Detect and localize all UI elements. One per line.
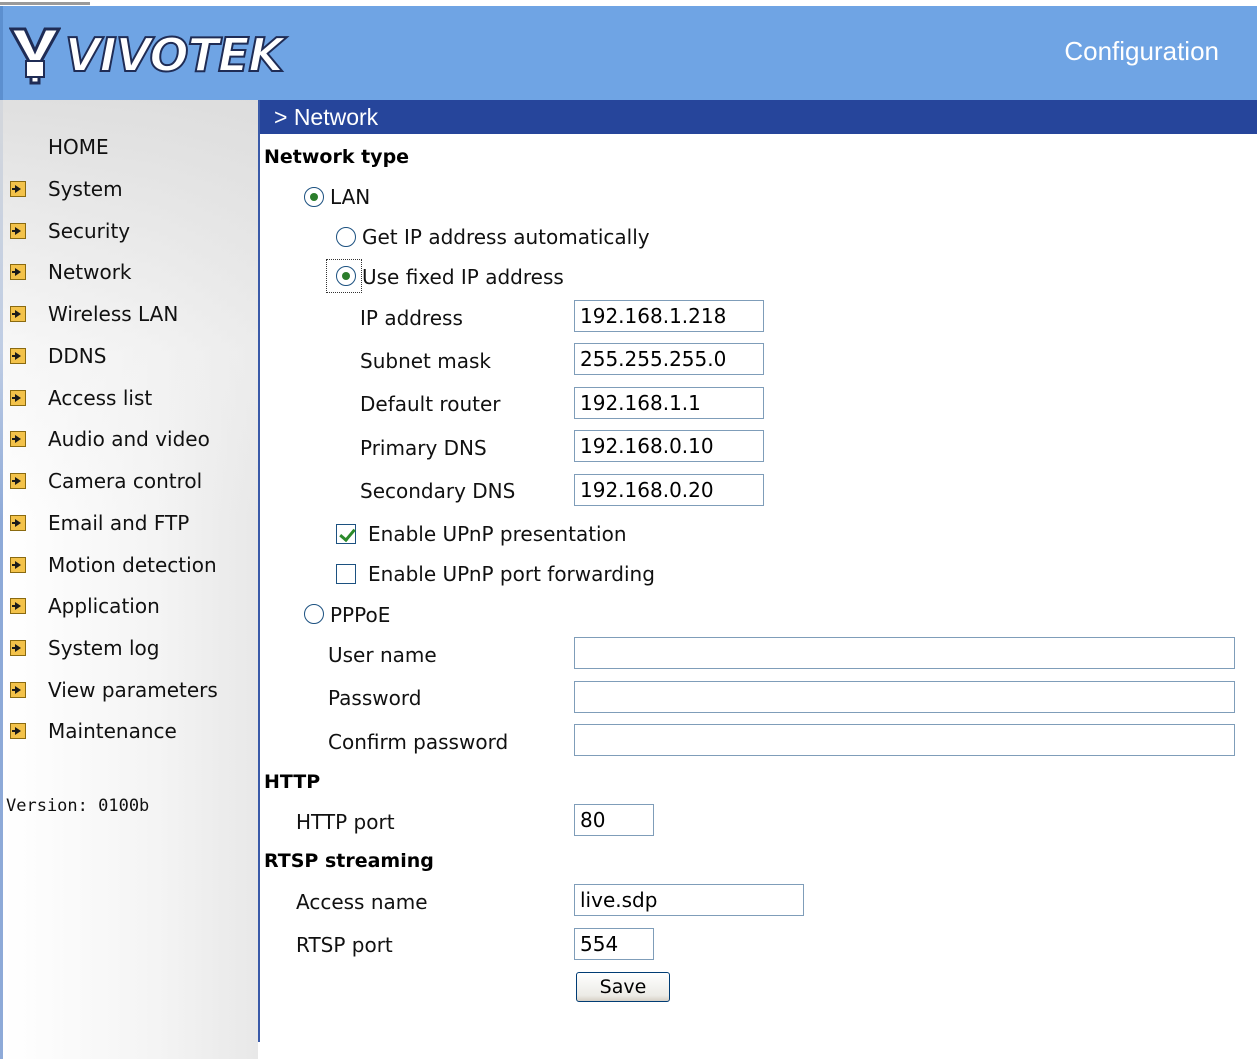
sidebar-item-label: Motion detection [48, 553, 217, 577]
user-name-field[interactable] [574, 637, 1235, 669]
arrow-right-icon [10, 348, 26, 364]
sidebar-item-label: Maintenance [48, 719, 177, 743]
sidebar-item-label: Network [48, 260, 132, 284]
sidebar-item-label: View parameters [48, 678, 218, 702]
sidebar-item-application[interactable]: Application [10, 591, 160, 621]
arrow-right-icon [10, 473, 26, 489]
arrow-right-icon [10, 264, 26, 280]
sidebar-item-network[interactable]: Network [10, 257, 132, 287]
sidebar-item-security[interactable]: Security [10, 216, 130, 246]
upnp-port-forwarding-checkbox[interactable] [336, 564, 356, 584]
section-title: > Network [260, 100, 1257, 134]
default-router-label: Default router [360, 392, 501, 416]
sidebar-item-audio-video[interactable]: Audio and video [10, 424, 210, 454]
sidebar-item-label: Email and FTP [48, 511, 190, 535]
sidebar-item-label: Access list [48, 386, 153, 410]
sidebar-item-label: System log [48, 636, 160, 660]
ip-address-field[interactable]: 192.168.1.218 [574, 300, 764, 332]
arrow-right-icon [10, 598, 26, 614]
secondary-dns-label: Secondary DNS [360, 479, 516, 503]
get-ip-auto-radio[interactable] [336, 227, 356, 247]
arrow-right-icon [10, 682, 26, 698]
sidebar-item-label: Security [48, 219, 131, 243]
logo-mark-icon [9, 27, 61, 85]
sidebar-item-label: Audio and video [48, 427, 210, 451]
header-bar: VIVOTEK Configuration [0, 6, 1257, 100]
subnet-mask-label: Subnet mask [360, 349, 491, 373]
sidebar-item-label: Camera control [48, 469, 203, 493]
sidebar-item-label: System [48, 177, 123, 201]
rtsp-heading: RTSP streaming [264, 850, 434, 872]
arrow-right-icon [10, 723, 26, 739]
arrow-right-icon [10, 306, 26, 322]
sidebar-item-label: Application [48, 594, 160, 618]
sidebar-item-view-parameters[interactable]: View parameters [10, 675, 218, 705]
sidebar-item-maintenance[interactable]: Maintenance [10, 716, 177, 746]
sidebar-item-email-ftp[interactable]: Email and FTP [10, 508, 189, 538]
pppoe-radio[interactable] [304, 604, 324, 624]
primary-dns-field[interactable]: 192.168.0.10 [574, 430, 764, 462]
save-button[interactable]: Save [576, 972, 670, 1002]
user-name-label: User name [328, 643, 437, 667]
upnp-presentation-label: Enable UPnP presentation [368, 522, 627, 546]
subnet-mask-field[interactable]: 255.255.255.0 [574, 343, 764, 375]
vivotek-logo: VIVOTEK [9, 20, 285, 90]
main-content: > Network Network type LAN Get IP addres… [260, 100, 1257, 1059]
default-router-field[interactable]: 192.168.1.1 [574, 387, 764, 419]
password-label: Password [328, 686, 422, 710]
sidebar-item-wireless-lan[interactable]: Wireless LAN [10, 299, 178, 329]
sidebar-item-camera-control[interactable]: Camera control [10, 466, 202, 496]
arrow-right-icon [10, 515, 26, 531]
use-fixed-ip-label: Use fixed IP address [362, 265, 564, 289]
ip-address-label: IP address [360, 306, 463, 330]
lan-label: LAN [330, 185, 371, 209]
http-heading: HTTP [264, 771, 321, 793]
password-field[interactable] [574, 681, 1235, 713]
confirm-password-label: Confirm password [328, 730, 509, 754]
rtsp-port-label: RTSP port [296, 933, 393, 957]
arrow-right-icon [10, 640, 26, 656]
sidebar-item-access-list[interactable]: Access list [10, 383, 152, 413]
sidebar-item-label: Wireless LAN [48, 302, 179, 326]
sidebar-item-home[interactable]: HOME [48, 132, 109, 162]
logo-text: VIVOTEK [64, 27, 285, 83]
upnp-presentation-checkbox[interactable] [336, 524, 356, 544]
sidebar-item-label: DDNS [48, 344, 107, 368]
use-fixed-ip-radio[interactable] [336, 266, 356, 286]
http-port-field[interactable]: 80 [574, 804, 654, 836]
access-name-field[interactable]: live.sdp [574, 884, 804, 916]
sidebar-item-motion-detection[interactable]: Motion detection [10, 550, 217, 580]
primary-dns-label: Primary DNS [360, 436, 487, 460]
arrow-right-icon [10, 390, 26, 406]
confirm-password-field[interactable] [574, 724, 1235, 756]
get-ip-auto-label: Get IP address automatically [362, 225, 650, 249]
lan-radio[interactable] [304, 187, 324, 207]
pppoe-label: PPPoE [330, 603, 391, 627]
network-type-heading: Network type [264, 146, 410, 168]
sidebar-item-system-log[interactable]: System log [10, 633, 159, 663]
secondary-dns-field[interactable]: 192.168.0.20 [574, 474, 764, 506]
rtsp-port-field[interactable]: 554 [574, 928, 654, 960]
arrow-right-icon [10, 223, 26, 239]
upnp-port-forwarding-label: Enable UPnP port forwarding [368, 562, 655, 586]
arrow-right-icon [10, 431, 26, 447]
http-port-label: HTTP port [296, 810, 395, 834]
access-name-label: Access name [296, 890, 428, 914]
sidebar-item-ddns[interactable]: DDNS [10, 341, 106, 371]
page-title: Configuration [1064, 36, 1219, 66]
version-text: Version: 0100b [6, 796, 150, 816]
arrow-right-icon [10, 557, 26, 573]
arrow-right-icon [10, 181, 26, 197]
sidebar-item-system[interactable]: System [10, 174, 123, 204]
